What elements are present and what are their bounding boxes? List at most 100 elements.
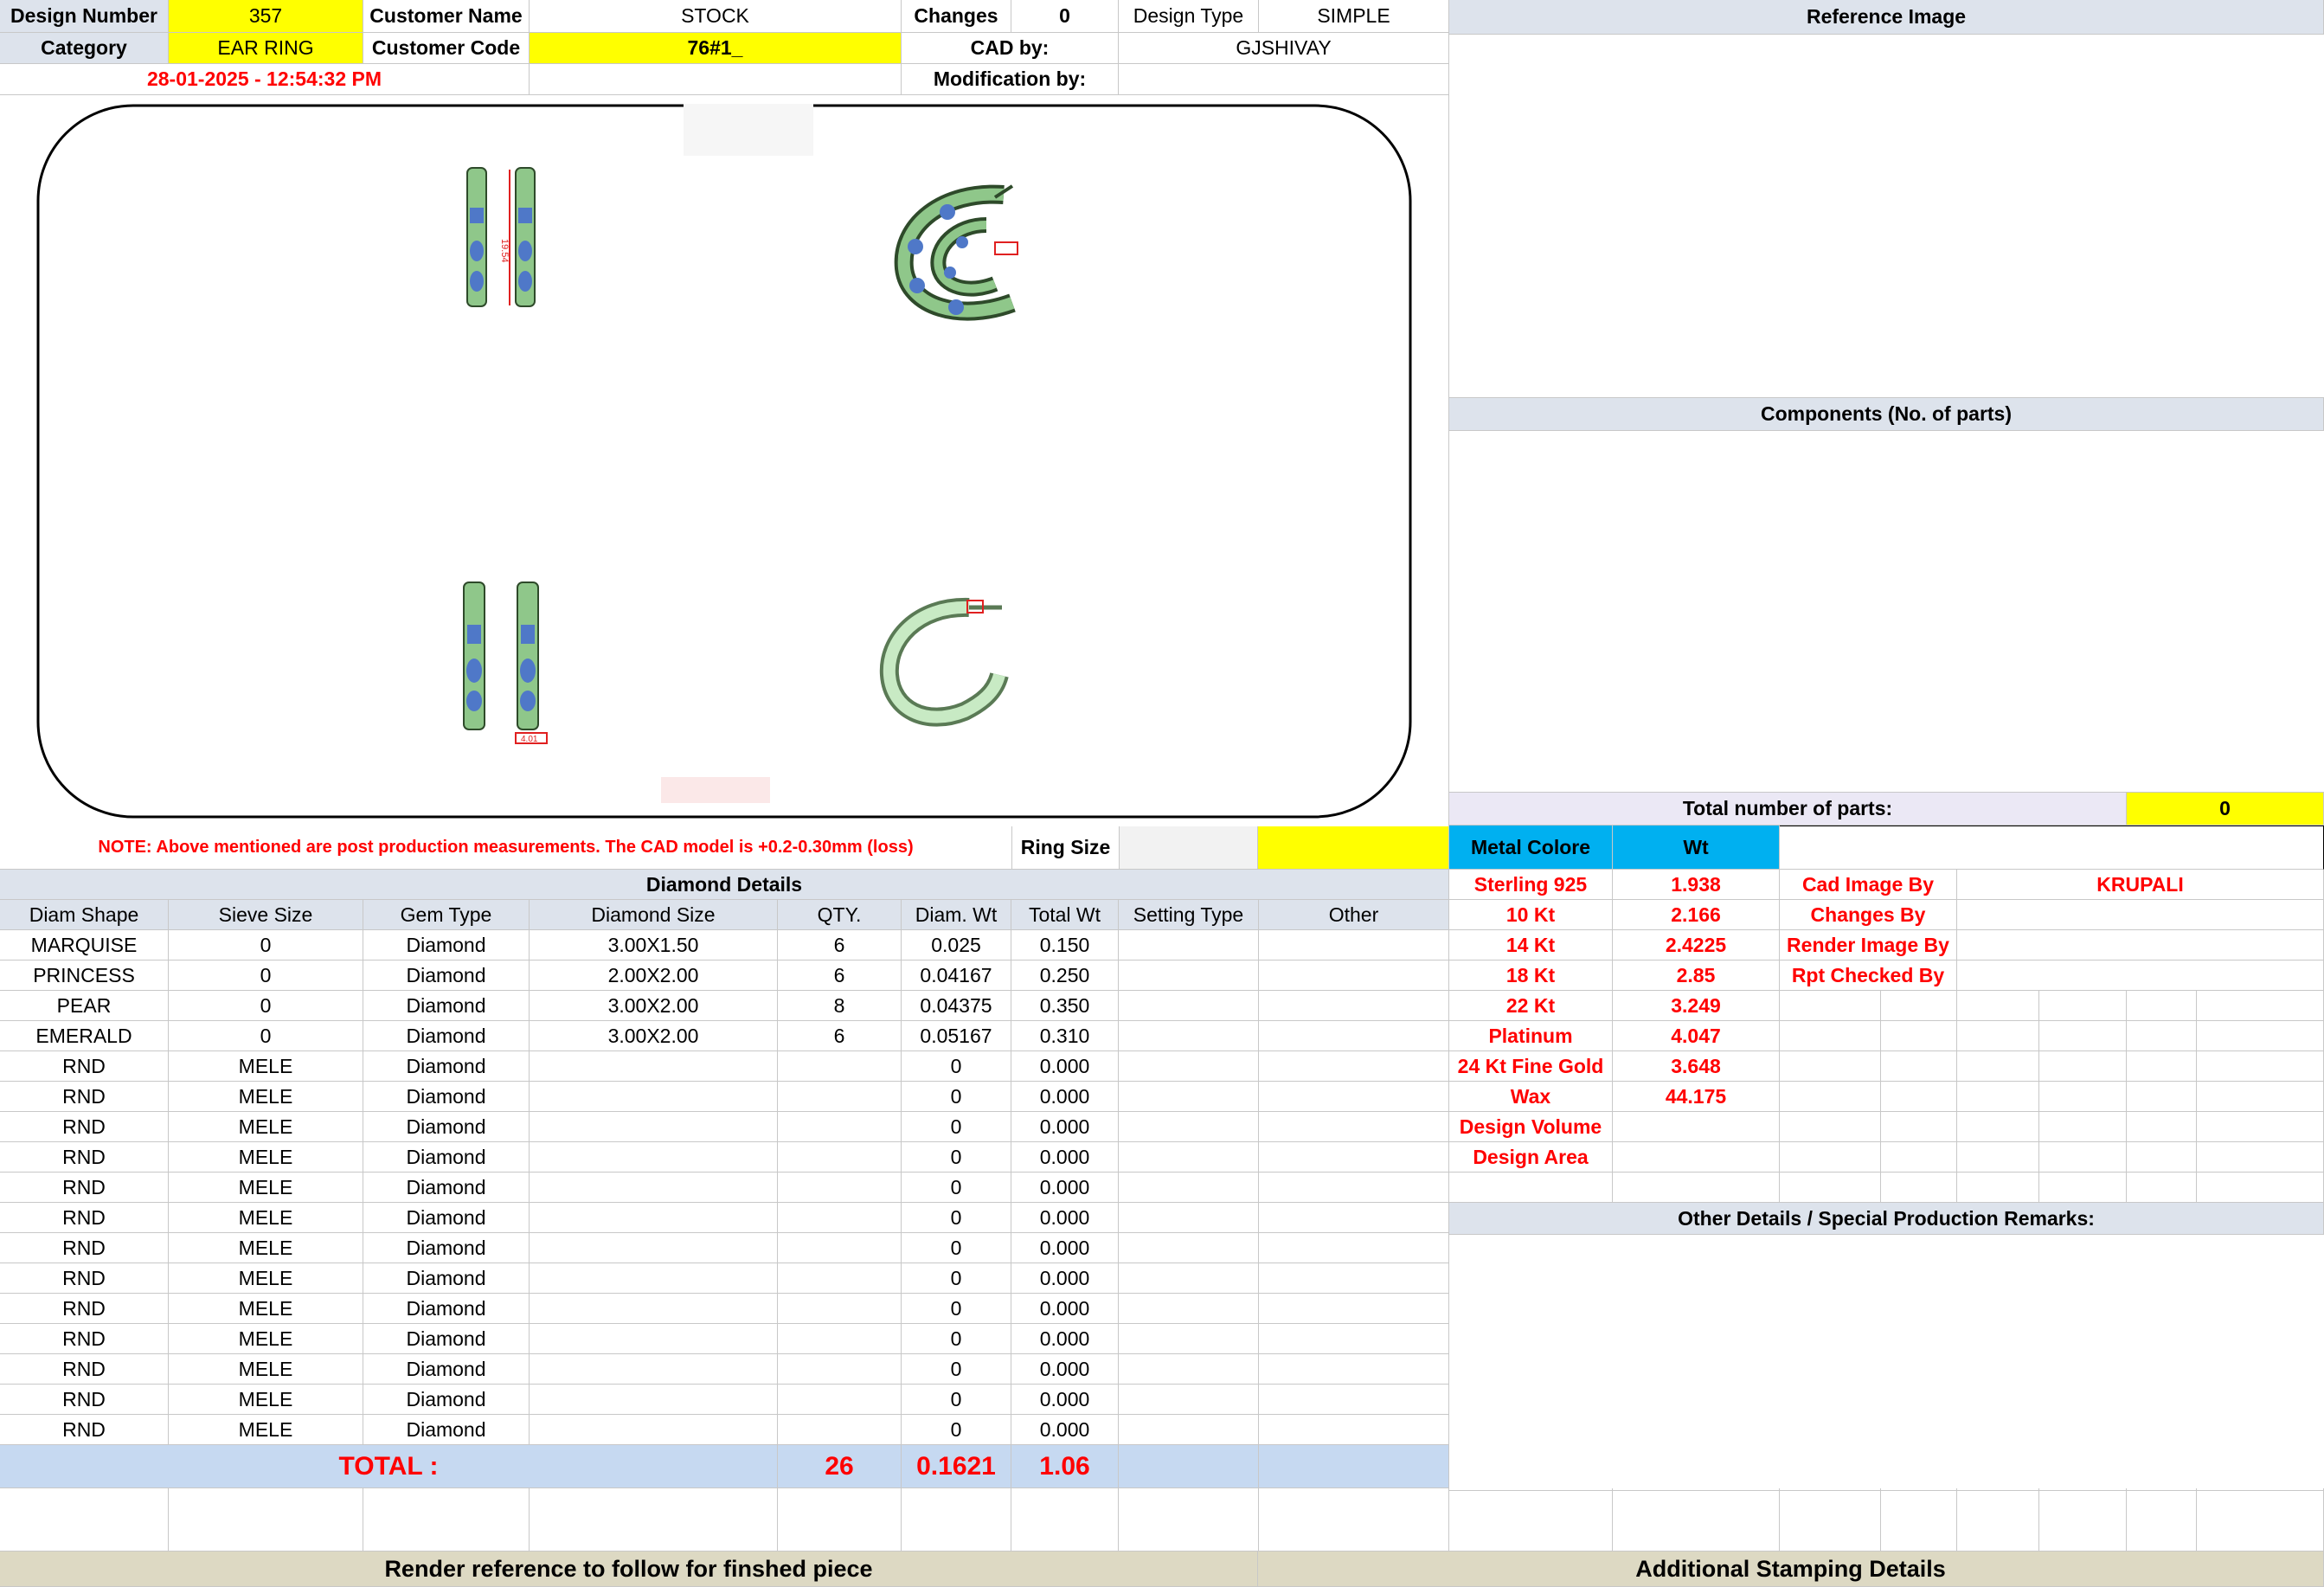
table-cell-other[interactable]	[1259, 930, 1449, 961]
table-cell-diam-shape[interactable]: RND	[0, 1233, 169, 1263]
grid-cell[interactable]	[2039, 1112, 2127, 1142]
table-cell-other[interactable]	[1259, 1354, 1449, 1385]
table-cell-diam-wt[interactable]: 0	[902, 1233, 1011, 1263]
grid-cell[interactable]	[2127, 1173, 2197, 1203]
table-cell-gem-type[interactable]: Diamond	[363, 1021, 530, 1051]
table-cell-diam-wt[interactable]: 0.04167	[902, 961, 1011, 991]
table-cell-other[interactable]	[1259, 1051, 1449, 1082]
blank-cell[interactable]	[1119, 1488, 1259, 1552]
table-cell-diam-shape[interactable]: RND	[0, 1354, 169, 1385]
table-cell-total-wt[interactable]: 0.000	[1011, 1354, 1119, 1385]
table-cell-diam-shape[interactable]: RND	[0, 1415, 169, 1445]
grid-cell[interactable]	[1780, 1021, 1881, 1051]
blank-cell[interactable]	[778, 1488, 902, 1552]
table-cell-other[interactable]	[1259, 961, 1449, 991]
grid-cell[interactable]	[2127, 1051, 2197, 1082]
table-cell-total-wt[interactable]: 0.000	[1011, 1294, 1119, 1324]
grid-cell[interactable]	[1957, 1173, 2039, 1203]
grid-cell[interactable]	[2197, 1112, 2324, 1142]
table-cell-diam-shape[interactable]: MARQUISE	[0, 930, 169, 961]
table-cell-diam-shape[interactable]: RND	[0, 1082, 169, 1112]
metal-weight[interactable]: 2.166	[1613, 900, 1780, 930]
table-cell-sieve-size[interactable]: 0	[169, 991, 363, 1021]
table-cell-qty[interactable]	[778, 1051, 902, 1082]
table-cell-diam-shape[interactable]: PRINCESS	[0, 961, 169, 991]
table-cell-diam-shape[interactable]: RND	[0, 1142, 169, 1173]
table-cell-total-wt[interactable]: 0.000	[1011, 1142, 1119, 1173]
table-cell-sieve-size[interactable]: MELE	[169, 1203, 363, 1233]
metal-weight[interactable]: 4.047	[1613, 1021, 1780, 1051]
grid-cell[interactable]	[2127, 1112, 2197, 1142]
grid-cell[interactable]	[2039, 1051, 2127, 1082]
table-cell-diam-wt[interactable]: 0	[902, 1051, 1011, 1082]
table-cell-diamond-size[interactable]	[530, 1203, 778, 1233]
grid-cell[interactable]	[1780, 1142, 1881, 1173]
table-cell-diamond-size[interactable]	[530, 1051, 778, 1082]
table-cell-total-wt[interactable]: 0.000	[1011, 1415, 1119, 1445]
blank-cell[interactable]	[902, 1488, 1011, 1552]
table-cell-gem-type[interactable]: Diamond	[363, 1173, 530, 1203]
table-cell-diamond-size[interactable]	[530, 1263, 778, 1294]
grid-cell[interactable]	[1780, 1112, 1881, 1142]
credit-value[interactable]	[1957, 930, 2324, 961]
table-cell-other[interactable]	[1259, 1082, 1449, 1112]
table-cell-gem-type[interactable]: Diamond	[363, 1203, 530, 1233]
table-cell-gem-type[interactable]: Diamond	[363, 1294, 530, 1324]
blank-cell[interactable]	[1957, 1488, 2039, 1552]
grid-cell[interactable]	[1957, 1082, 2039, 1112]
table-cell-qty[interactable]	[778, 1263, 902, 1294]
grid-cell[interactable]	[1780, 1082, 1881, 1112]
grid-cell[interactable]	[2127, 1142, 2197, 1173]
table-cell-total-wt[interactable]: 0.000	[1011, 1385, 1119, 1415]
table-cell-setting-type[interactable]	[1119, 1112, 1259, 1142]
blank-cell[interactable]	[2039, 1488, 2127, 1552]
table-cell-other[interactable]	[1259, 991, 1449, 1021]
table-cell-diam-wt[interactable]: 0	[902, 1294, 1011, 1324]
table-cell-diam-shape[interactable]: RND	[0, 1294, 169, 1324]
grid-cell[interactable]	[2197, 1082, 2324, 1112]
metal-weight[interactable]: 1.938	[1613, 870, 1780, 900]
table-cell-diamond-size[interactable]	[530, 1354, 778, 1385]
table-cell-sieve-size[interactable]: MELE	[169, 1173, 363, 1203]
table-cell-other[interactable]	[1259, 1263, 1449, 1294]
table-cell-diam-shape[interactable]: PEAR	[0, 991, 169, 1021]
metal-weight[interactable]	[1613, 1142, 1780, 1173]
table-cell-setting-type[interactable]	[1119, 1233, 1259, 1263]
table-cell-diam-shape[interactable]: RND	[0, 1051, 169, 1082]
table-cell-setting-type[interactable]	[1119, 1203, 1259, 1233]
table-cell-qty[interactable]: 6	[778, 1021, 902, 1051]
table-cell-diam-shape[interactable]: EMERALD	[0, 1021, 169, 1051]
table-cell-gem-type[interactable]: Diamond	[363, 961, 530, 991]
grid-cell[interactable]	[1957, 991, 2039, 1021]
grid-cell[interactable]	[2197, 1173, 2324, 1203]
table-cell-qty[interactable]	[778, 1142, 902, 1173]
metal-weight[interactable]: 3.648	[1613, 1051, 1780, 1082]
grid-cell[interactable]	[1780, 991, 1881, 1021]
grid-cell[interactable]	[2127, 1021, 2197, 1051]
table-cell-diamond-size[interactable]	[530, 1324, 778, 1354]
table-cell-total-wt[interactable]: 0.350	[1011, 991, 1119, 1021]
table-cell-diamond-size[interactable]	[530, 1173, 778, 1203]
table-cell-diamond-size[interactable]	[530, 1112, 778, 1142]
table-cell-total-wt[interactable]: 0.150	[1011, 930, 1119, 961]
table-cell-setting-type[interactable]	[1119, 1294, 1259, 1324]
table-cell-setting-type[interactable]	[1119, 1082, 1259, 1112]
grid-cell[interactable]	[1613, 1173, 1780, 1203]
grid-cell[interactable]	[1881, 1112, 1957, 1142]
grid-cell[interactable]	[1957, 1051, 2039, 1082]
table-cell-qty[interactable]: 6	[778, 930, 902, 961]
table-cell-setting-type[interactable]	[1119, 961, 1259, 991]
table-cell-total-wt[interactable]: 0.000	[1011, 1233, 1119, 1263]
blank-cell[interactable]	[1259, 1488, 1449, 1552]
table-cell-total-wt[interactable]: 0.000	[1011, 1173, 1119, 1203]
ring-size-extra[interactable]	[1258, 826, 1449, 870]
grid-cell[interactable]	[1881, 1142, 1957, 1173]
table-cell-gem-type[interactable]: Diamond	[363, 1415, 530, 1445]
table-cell-gem-type[interactable]: Diamond	[363, 930, 530, 961]
total-parts-value[interactable]: 0	[2127, 793, 2324, 826]
metal-weight[interactable]: 2.4225	[1613, 930, 1780, 961]
table-cell-qty[interactable]	[778, 1112, 902, 1142]
changes-value[interactable]: 0	[1011, 0, 1119, 33]
blank-cell[interactable]	[0, 1488, 169, 1552]
blank-cell[interactable]	[2127, 1488, 2197, 1552]
